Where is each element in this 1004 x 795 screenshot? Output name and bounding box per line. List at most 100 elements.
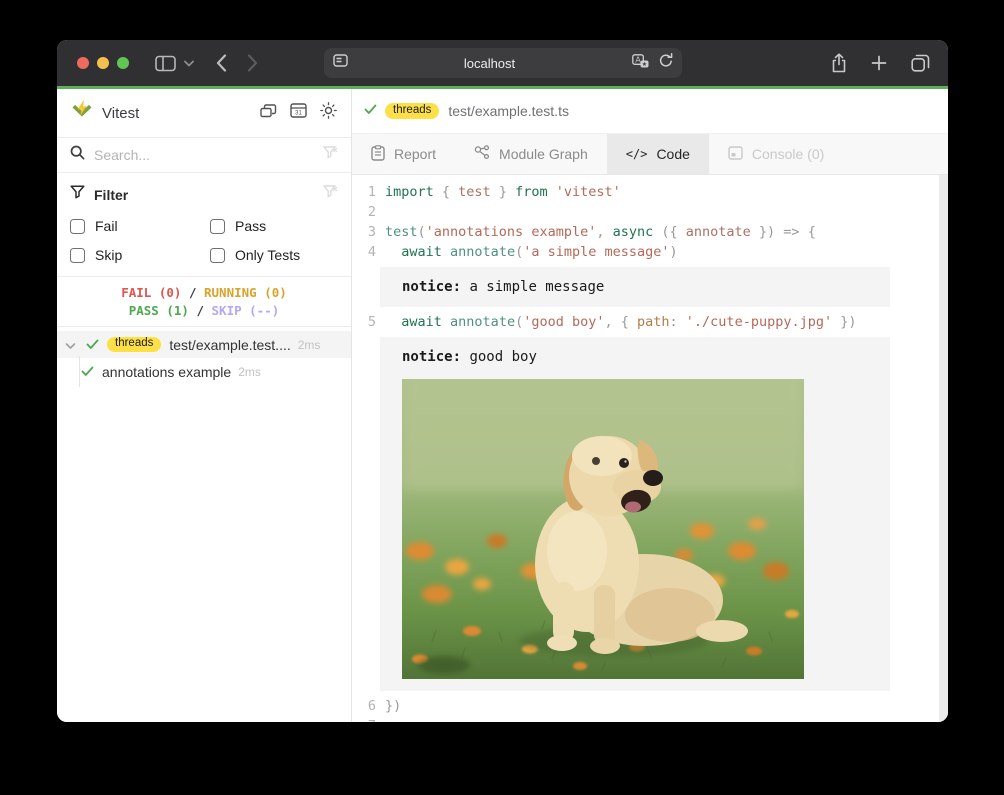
tab-bar: Report Module Graph </> Code Console xyxy=(352,134,948,175)
tab-label: Console (0) xyxy=(752,146,824,162)
file-path: test/example.test.ts xyxy=(448,103,569,119)
share-icon[interactable] xyxy=(831,53,847,73)
module-graph-icon xyxy=(474,145,490,163)
svg-text:A: A xyxy=(635,55,641,64)
line-number: 4 xyxy=(360,242,376,262)
tab-overview-icon[interactable] xyxy=(911,54,930,72)
puppy-image xyxy=(402,379,804,679)
theme-sun-icon[interactable] xyxy=(320,102,337,124)
browser-window: localhost A★ xyxy=(57,40,948,722)
notice-text: a simple message xyxy=(461,279,604,295)
line-number: 3 xyxy=(360,222,376,242)
checkbox-box[interactable] xyxy=(70,219,85,234)
code-lines: 1import { test } from 'vitest'23test('an… xyxy=(360,182,948,722)
annotation-notice: notice: good boy xyxy=(380,337,890,691)
line-number: 5 xyxy=(360,312,376,332)
checkbox-only-tests[interactable]: Only Tests xyxy=(210,247,338,263)
code-text: await annotate('good boy', { path: './cu… xyxy=(385,312,857,332)
svg-text:★: ★ xyxy=(641,61,646,68)
checkbox-skip[interactable]: Skip xyxy=(70,247,210,263)
tree-row-test[interactable]: annotations example 2ms xyxy=(57,358,351,385)
url-bar[interactable]: localhost A★ xyxy=(324,48,682,78)
collapse-windows-icon[interactable] xyxy=(260,103,277,123)
translate-icon[interactable]: A★ xyxy=(632,54,649,73)
toolbar-right-actions xyxy=(831,40,930,86)
check-icon xyxy=(81,364,94,380)
forward-icon[interactable] xyxy=(247,54,258,72)
new-tab-icon[interactable] xyxy=(871,55,887,71)
clear-filter-icon[interactable] xyxy=(323,185,338,204)
test-name: annotations example xyxy=(102,364,231,380)
zoom-button[interactable] xyxy=(117,57,129,69)
filter-funnel-icon xyxy=(70,185,85,204)
main-panel: threads test/example.test.ts Report Modu… xyxy=(352,89,948,722)
pool-badge: threads xyxy=(107,337,161,353)
running-count: RUNNING (0) xyxy=(204,285,287,300)
tab-label: Code xyxy=(656,146,689,162)
tree-row-file[interactable]: threads test/example.test.... 2ms xyxy=(57,331,351,358)
tree-guide-line xyxy=(79,356,80,387)
test-tree: threads test/example.test.... 2ms annota… xyxy=(57,331,351,385)
checkbox-label: Fail xyxy=(95,218,118,234)
back-icon[interactable] xyxy=(216,54,227,72)
reload-icon[interactable] xyxy=(659,53,673,73)
code-line: 6}) xyxy=(360,696,948,716)
scrollbar[interactable] xyxy=(939,175,948,722)
tab-code[interactable]: </> Code xyxy=(607,134,709,174)
code-line: 4 await annotate('a simple message') xyxy=(360,242,948,262)
sidebar-header: Vitest 31 xyxy=(57,89,351,138)
code-text: test('annotations example', async ({ ann… xyxy=(385,222,816,242)
search-input[interactable] xyxy=(94,147,323,163)
vitest-logo xyxy=(71,100,93,126)
code-icon: </> xyxy=(626,147,648,161)
checkbox-box[interactable] xyxy=(210,219,225,234)
code-text: await annotate('a simple message') xyxy=(385,242,678,262)
test-status-summary: FAIL (0) / RUNNING (0) PASS (1) / SKIP (… xyxy=(57,277,351,327)
line-number: 7 xyxy=(360,716,376,722)
tab-console[interactable]: Console (0) xyxy=(709,134,843,174)
notice-label: notice: xyxy=(402,349,461,365)
line-number: 6 xyxy=(360,696,376,716)
close-button[interactable] xyxy=(77,57,89,69)
line-number: 1 xyxy=(360,182,376,202)
code-line: 2 xyxy=(360,202,948,222)
tab-module-graph[interactable]: Module Graph xyxy=(455,134,607,174)
console-icon xyxy=(728,146,743,163)
checkbox-label: Pass xyxy=(235,218,266,234)
tab-label: Module Graph xyxy=(499,146,588,162)
fail-count: FAIL (0) xyxy=(121,285,181,300)
code-line: 7 xyxy=(360,716,948,722)
checkbox-box[interactable] xyxy=(210,248,225,263)
skip-count: SKIP (--) xyxy=(212,303,280,318)
url-text: localhost xyxy=(348,56,632,71)
line-number: 2 xyxy=(360,202,376,222)
separator: / xyxy=(196,303,204,318)
sidebar-toggle-icon[interactable] xyxy=(155,55,176,72)
page-settings-icon[interactable] xyxy=(333,54,348,72)
clear-search-icon[interactable] xyxy=(323,146,338,165)
pool-badge: threads xyxy=(385,103,439,119)
check-icon xyxy=(86,337,99,353)
chevron-down-icon[interactable] xyxy=(65,337,76,353)
check-icon xyxy=(364,102,377,120)
separator: / xyxy=(189,285,197,300)
report-icon xyxy=(371,145,385,164)
filter-title: Filter xyxy=(94,187,323,203)
search-icon xyxy=(70,145,85,165)
dashboard-icon[interactable]: 31 xyxy=(290,103,307,123)
checkbox-box[interactable] xyxy=(70,248,85,263)
sidebar-header-icons: 31 xyxy=(260,102,337,124)
checkbox-fail[interactable]: Fail xyxy=(70,218,210,234)
minimize-button[interactable] xyxy=(97,57,109,69)
checkbox-pass[interactable]: Pass xyxy=(210,218,338,234)
svg-text:31: 31 xyxy=(295,111,302,117)
sidebar: Vitest 31 xyxy=(57,89,352,722)
browser-toolbar: localhost A★ xyxy=(57,40,948,86)
code-text: }) xyxy=(385,696,401,716)
notice-label: notice: xyxy=(402,279,461,295)
chevron-down-icon[interactable] xyxy=(184,60,194,67)
annotation-notice: notice: a simple message xyxy=(380,267,890,307)
tab-report[interactable]: Report xyxy=(352,134,455,174)
code-editor[interactable]: 1import { test } from 'vitest'23test('an… xyxy=(352,175,948,722)
tab-label: Report xyxy=(394,146,436,162)
